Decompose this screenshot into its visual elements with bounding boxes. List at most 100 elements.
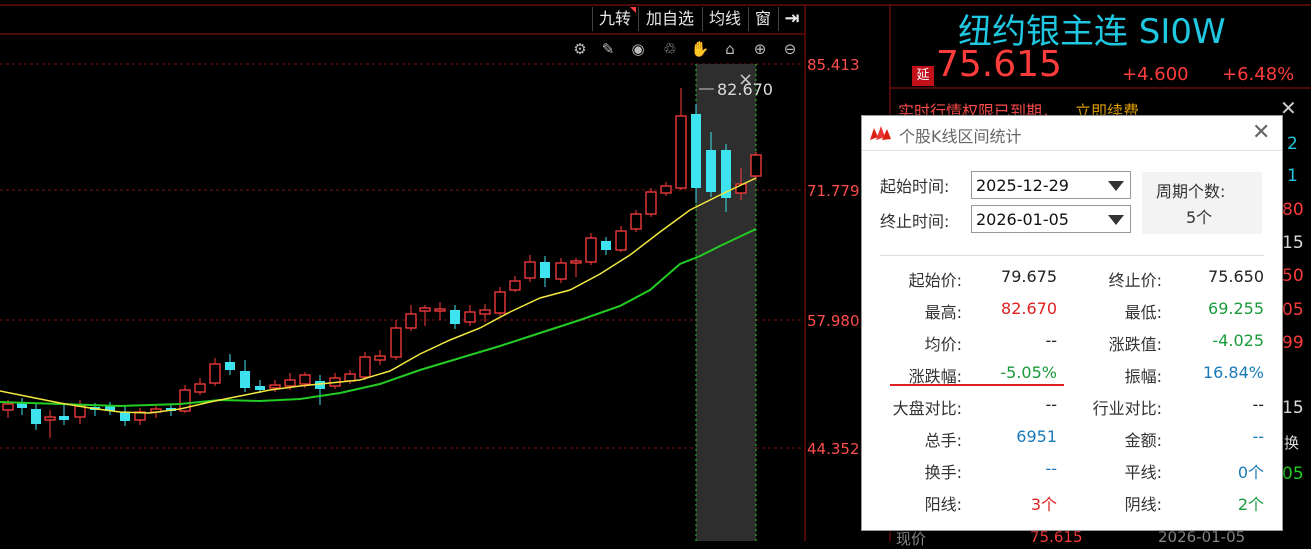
stat-label: 均价: [924, 335, 962, 354]
price-tick: 71.779 [807, 182, 860, 200]
corner-flag-icon [630, 7, 636, 13]
candle[interactable] [31, 409, 41, 424]
stat-value: 16.84% [1202, 363, 1264, 382]
pen-icon[interactable]: ✎ [598, 39, 618, 59]
candle[interactable] [645, 191, 657, 215]
end-time-select[interactable]: 2026-01-05 [971, 205, 1131, 233]
candle[interactable] [479, 309, 491, 315]
candle[interactable] [359, 356, 371, 378]
eye-icon[interactable]: ◉ [628, 39, 648, 59]
chevron-down-icon [1108, 181, 1124, 191]
candle[interactable] [555, 262, 567, 280]
period-count-label: 周期个数: [1156, 182, 1226, 201]
kline-range-stats-dialog: 个股K线区间统计 ✕ 起始时间: 2025-12-29 终止时间: 2026-0… [861, 115, 1283, 531]
ma-button[interactable]: 均线 [702, 7, 747, 31]
candle[interactable] [255, 386, 265, 390]
end-time-value: 2026-01-05 [976, 210, 1069, 229]
trash-icon[interactable]: ♲ [660, 39, 680, 59]
candle[interactable] [419, 307, 431, 312]
stat-label: 行业对比: [1092, 399, 1162, 418]
stat-value: 6951 [1016, 427, 1057, 446]
end-time-label: 终止时间: [880, 212, 950, 231]
candle[interactable] [240, 371, 250, 388]
candle[interactable] [269, 384, 281, 389]
zoom-out-icon[interactable]: ⊖ [780, 39, 800, 59]
start-time-label: 起始时间: [880, 177, 950, 196]
candle[interactable] [374, 355, 386, 361]
candle[interactable] [601, 241, 611, 250]
window-button[interactable]: 窗 [748, 7, 777, 31]
candle[interactable] [434, 308, 446, 312]
stat-label: 大盘对比: [892, 399, 962, 418]
candle[interactable] [450, 310, 460, 324]
candle[interactable] [44, 416, 56, 421]
candle[interactable] [284, 379, 296, 387]
side-value: 99 [1282, 333, 1304, 353]
stat-value: -- [1252, 427, 1264, 446]
close-icon[interactable]: ✕ [1252, 120, 1270, 145]
candle[interactable] [494, 291, 506, 314]
side-value: 15 [1282, 398, 1304, 418]
candle[interactable] [615, 230, 627, 251]
last-price: 75.615 [936, 44, 1062, 85]
candle[interactable] [405, 313, 417, 329]
stat-label: 换手: [924, 463, 962, 482]
candle[interactable] [706, 150, 716, 192]
candle[interactable] [540, 262, 550, 278]
exit-arrow-icon[interactable]: ⇥ [778, 7, 805, 31]
side-value: 05 [1282, 300, 1304, 320]
app-logo-icon [867, 123, 893, 143]
lock-icon[interactable]: ⌂ [720, 39, 740, 59]
stat-value: -- [1045, 459, 1057, 478]
stat-label: 金额: [1124, 431, 1162, 450]
candle[interactable] [691, 114, 701, 188]
side-value: 80 [1282, 200, 1304, 220]
add-watch-button[interactable]: 加自选 [638, 7, 701, 31]
stat-value: 75.650 [1208, 267, 1264, 286]
hand-icon[interactable]: ✋ [690, 39, 710, 59]
price-tick: 44.352 [807, 440, 860, 458]
candle[interactable] [660, 185, 672, 194]
candle[interactable] [570, 260, 582, 264]
candle[interactable] [585, 237, 597, 263]
ma-label: 均线 [708, 9, 741, 28]
candle[interactable] [390, 327, 402, 358]
period-count-value: 5个 [1186, 208, 1213, 227]
start-time-select[interactable]: 2025-12-29 [971, 171, 1131, 199]
candle[interactable] [299, 374, 311, 385]
candle[interactable] [630, 213, 642, 230]
side-value: 换 [1284, 434, 1300, 452]
stat-value: -4.025 [1212, 331, 1264, 350]
stat-value: -- [1045, 395, 1057, 414]
candle[interactable] [524, 261, 536, 279]
candle[interactable] [675, 115, 687, 189]
side-value: 05 [1282, 464, 1304, 484]
candle[interactable] [464, 311, 476, 323]
stat-value: -- [1252, 395, 1264, 414]
side-value: 1 [1287, 166, 1298, 186]
stat-label: 涨跌值: [1108, 335, 1162, 354]
candle[interactable] [59, 416, 69, 420]
range-close-icon[interactable]: × [738, 69, 753, 90]
side-value: 50 [1282, 266, 1304, 286]
delay-badge: 延 [912, 66, 934, 86]
candle[interactable] [509, 280, 521, 291]
candle[interactable] [194, 383, 206, 393]
window-label: 窗 [754, 9, 771, 28]
stat-value: 82.670 [1001, 299, 1057, 318]
ma5-line [0, 177, 757, 414]
dialog-title: 个股K线区间统计 [899, 127, 1022, 146]
side-value: 2 [1287, 134, 1298, 154]
candle[interactable] [209, 363, 221, 384]
candle[interactable] [750, 154, 762, 177]
candle[interactable] [120, 412, 130, 421]
stat-label: 阴线: [1124, 495, 1162, 514]
ma10-line [0, 228, 757, 408]
candle[interactable] [2, 403, 14, 411]
zoom-in-icon[interactable]: ⊕ [750, 39, 770, 59]
price-change-pct: +6.48% [1222, 64, 1295, 85]
candle[interactable] [225, 362, 235, 370]
gear-icon[interactable]: ⚙ [570, 39, 590, 59]
add-watch-label: 加自选 [645, 9, 694, 28]
dialog-header[interactable]: 个股K线区间统计 ✕ [862, 116, 1282, 151]
